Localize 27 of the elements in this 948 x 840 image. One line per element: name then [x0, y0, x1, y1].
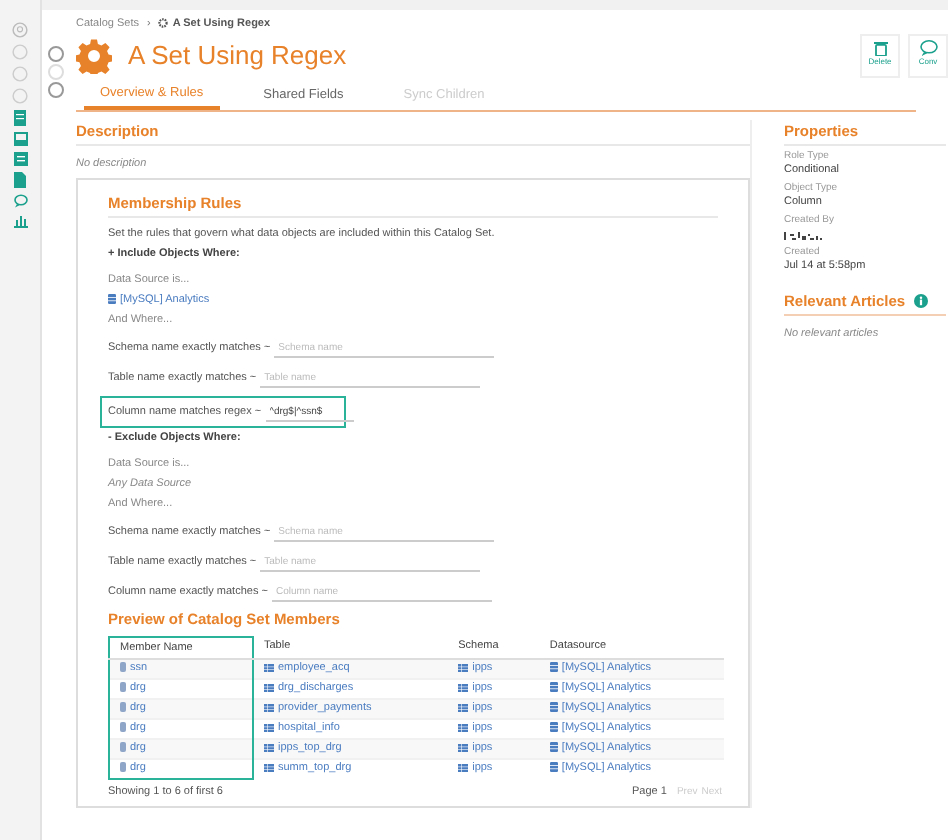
table-icon — [264, 664, 274, 672]
table-icon — [264, 764, 274, 773]
chart-icon[interactable] — [13, 214, 27, 228]
table-icon — [458, 744, 469, 752]
trash-icon — [873, 40, 887, 56]
table-icon — [264, 724, 274, 732]
document-icon[interactable] — [14, 110, 26, 126]
database-icon — [549, 762, 558, 773]
database-icon — [549, 722, 558, 732]
table-icon — [458, 664, 469, 672]
chat-icon — [919, 40, 937, 56]
inbox-icon[interactable] — [13, 132, 27, 146]
list-icon[interactable] — [13, 152, 27, 166]
table-icon — [458, 684, 469, 692]
database-icon — [108, 294, 116, 304]
table-icon — [458, 704, 469, 712]
page-title: A Set Using Regex — [128, 46, 347, 66]
search-icon[interactable] — [12, 22, 28, 38]
info-icon — [913, 294, 928, 308]
file-icon[interactable] — [14, 172, 26, 188]
table-icon — [458, 764, 469, 773]
database-icon — [549, 682, 558, 692]
table-icon — [458, 724, 469, 732]
chat-icon[interactable] — [13, 194, 27, 208]
table-icon — [264, 704, 274, 712]
table-icon — [264, 684, 274, 692]
table-icon — [264, 744, 274, 752]
